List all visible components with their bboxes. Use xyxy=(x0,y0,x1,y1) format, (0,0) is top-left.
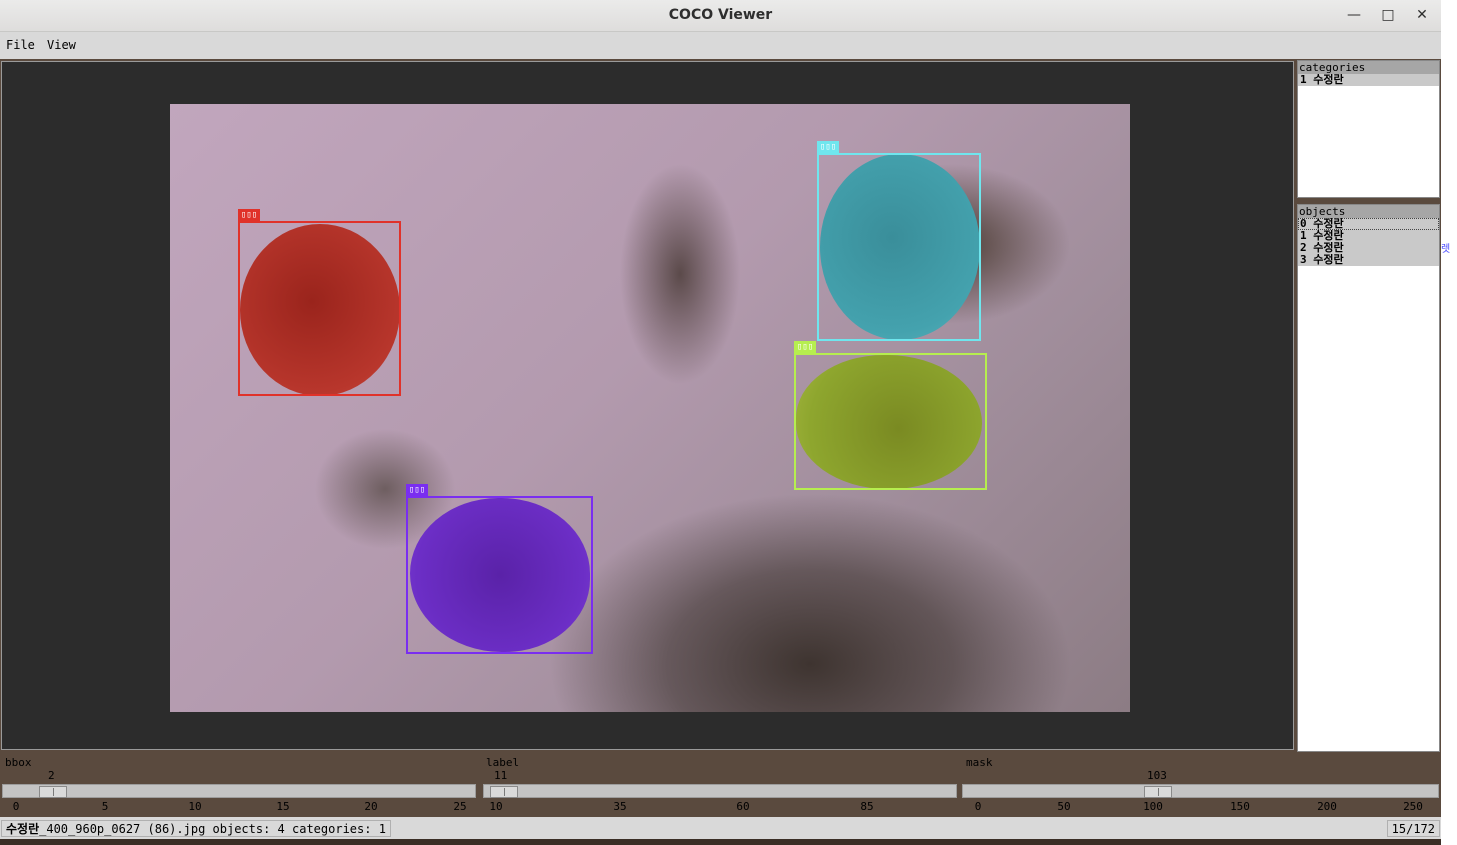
status-page-counter: 15/172 xyxy=(1386,820,1440,837)
menu-bar: File View xyxy=(0,32,1441,59)
status-file-info: 수정란_400_960p_0627 (86).jpg objects: 4 ca… xyxy=(1,820,391,837)
mask-slider-trough[interactable] xyxy=(962,784,1439,798)
categories-header: categories xyxy=(1298,61,1439,74)
annotated-image: ▯▯▯ ▯▯▯ ▯▯▯ ▯▯▯ xyxy=(170,104,1130,712)
bbox-tick: 25 xyxy=(453,800,467,813)
bbox-slider-handle[interactable] xyxy=(39,786,67,798)
bbox-object-0[interactable] xyxy=(238,221,401,396)
mask-tick: 200 xyxy=(1317,800,1337,813)
label-tick: 85 xyxy=(860,800,874,813)
bbox-object-3[interactable] xyxy=(406,496,593,654)
title-bar: COCO Viewer — □ ✕ xyxy=(0,0,1441,32)
bbox-tag-object-3: ▯▯▯ xyxy=(406,484,428,496)
label-slider-handle[interactable] xyxy=(490,786,518,798)
objects-panel: objects 0 수정란 1 수정란 2 수정란 3 수정란 xyxy=(1297,204,1440,752)
status-bar: 수정란_400_960p_0627 (86).jpg objects: 4 ca… xyxy=(0,817,1441,839)
category-item[interactable]: 1 수정란 xyxy=(1298,74,1439,86)
bbox-tag-object-2: ▯▯▯ xyxy=(794,341,816,353)
desktop-background-strip xyxy=(0,839,1441,845)
bbox-slider-value: 2 xyxy=(48,769,55,782)
background-window-strip xyxy=(1441,0,1457,845)
mask-slider-group: mask 103 0 50 100 150 200 250 xyxy=(961,755,1439,817)
bbox-tick: 0 xyxy=(12,800,20,813)
object-item[interactable]: 3 수정란 xyxy=(1298,254,1439,266)
label-slider-label: label xyxy=(486,756,520,769)
mask-slider-label: mask xyxy=(966,756,993,769)
status-filename-prefix: 수정란 xyxy=(6,822,40,836)
label-tick: 10 xyxy=(489,800,503,813)
mask-slider-value: 103 xyxy=(1147,769,1167,782)
object-item[interactable]: 1 수정란 xyxy=(1298,230,1439,242)
label-slider-value: 11 xyxy=(494,769,508,782)
mask-tick: 50 xyxy=(1057,800,1071,813)
object-item[interactable]: 0 수정란 xyxy=(1298,218,1439,230)
label-slider-group: label 11 10 35 60 85 xyxy=(481,755,959,817)
mask-tick: 0 xyxy=(974,800,982,813)
bbox-tick: 15 xyxy=(276,800,290,813)
objects-header: objects xyxy=(1298,205,1439,218)
close-button[interactable]: ✕ xyxy=(1410,4,1434,26)
bbox-object-2[interactable] xyxy=(794,353,987,490)
bbox-slider-trough[interactable] xyxy=(2,784,476,798)
bbox-slider-label: bbox xyxy=(5,756,32,769)
maximize-button[interactable]: □ xyxy=(1376,4,1400,26)
mask-tick: 100 xyxy=(1143,800,1163,813)
label-tick: 35 xyxy=(613,800,627,813)
bbox-tick: 5 xyxy=(101,800,109,813)
bbox-tag-object-0: ▯▯▯ xyxy=(238,209,260,221)
background-glyph: 렛 xyxy=(1441,244,1451,255)
menu-view[interactable]: View xyxy=(47,38,76,52)
object-item[interactable]: 2 수정란 xyxy=(1298,242,1439,254)
mask-tick: 150 xyxy=(1230,800,1250,813)
menu-file[interactable]: File xyxy=(6,38,35,52)
minimize-button[interactable]: — xyxy=(1342,4,1366,26)
bbox-slider-group: bbox 2 0 5 10 15 20 25 xyxy=(0,755,478,817)
window-title: COCO Viewer xyxy=(668,7,773,23)
bbox-tick: 20 xyxy=(364,800,378,813)
categories-panel: categories 1 수정란 xyxy=(1297,60,1440,198)
mask-slider-handle[interactable] xyxy=(1144,786,1172,798)
label-slider-trough[interactable] xyxy=(483,784,957,798)
bbox-tick: 10 xyxy=(188,800,202,813)
mask-tick: 250 xyxy=(1403,800,1423,813)
status-counts: objects: 4 categories: 1 xyxy=(212,822,386,836)
bbox-tag-object-1: ▯▯▯ xyxy=(817,141,839,153)
status-filename: _400_960p_0627 (86).jpg xyxy=(39,822,206,836)
bbox-object-1[interactable] xyxy=(817,153,981,341)
label-tick: 60 xyxy=(736,800,750,813)
